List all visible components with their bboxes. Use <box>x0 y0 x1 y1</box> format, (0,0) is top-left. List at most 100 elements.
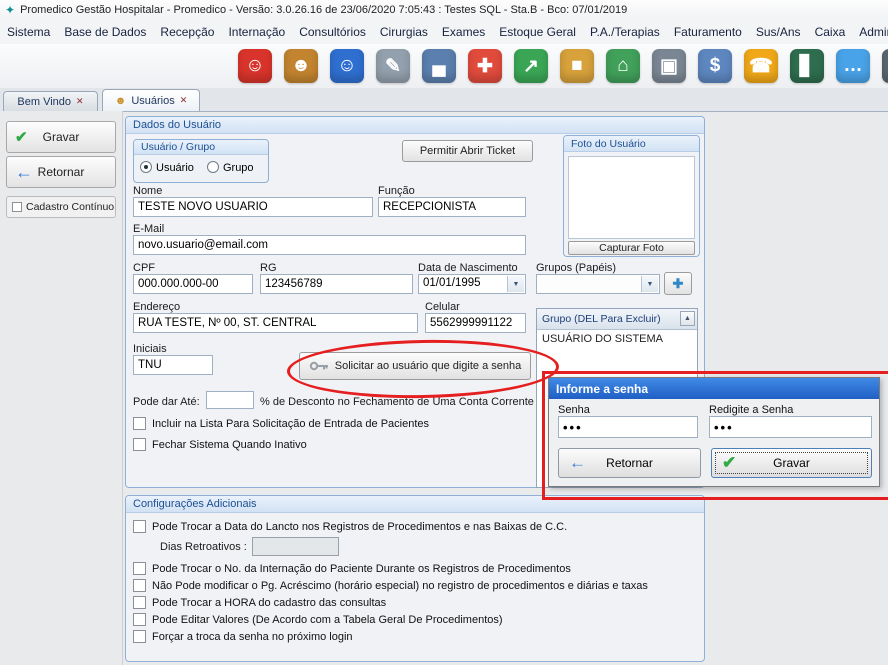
config-check-row[interactable]: Pode Trocar a HORA do cadastro das consu… <box>133 596 386 609</box>
informe-senha-dialog: Informe a senha Senha Redigite a Senha ←… <box>548 377 880 487</box>
bed-icon[interactable]: ▄ <box>422 49 456 83</box>
menu-pa-terapias[interactable]: P.A./Terapias <box>583 21 667 43</box>
nao-modificar-acrescimo-checkbox[interactable] <box>133 579 146 592</box>
tab-usuarios[interactable]: ☻ Usuários ✕ <box>102 89 200 111</box>
email-input[interactable] <box>133 235 526 255</box>
dialog-title-bar[interactable]: Informe a senha <box>549 378 879 399</box>
grupos-papeis-label: Grupos (Papéis) <box>536 262 616 274</box>
config-adicionais-title: Configurações Adicionais <box>133 498 257 510</box>
close-icon[interactable]: ✕ <box>76 96 84 107</box>
menu-faturamento[interactable]: Faturamento <box>667 21 749 43</box>
redigite-senha-input[interactable] <box>709 416 872 438</box>
cpf-input[interactable] <box>133 274 253 294</box>
editar-valores-checkbox[interactable] <box>133 613 146 626</box>
endereco-label: Endereço <box>133 301 180 313</box>
gravar-button[interactable]: ✔ Gravar <box>6 121 116 153</box>
radio-usuario[interactable] <box>140 161 152 173</box>
stock-icon[interactable]: ■ <box>560 49 594 83</box>
desconto-input[interactable] <box>206 391 254 409</box>
celular-input[interactable] <box>425 313 526 333</box>
config-check-row[interactable]: Pode Trocar a Data do Lancto nos Registr… <box>133 520 567 533</box>
menu-internacao[interactable]: Internação <box>221 21 292 43</box>
book-icon[interactable]: ▋ <box>790 49 824 83</box>
dias-retroativos-input <box>252 537 339 556</box>
endereco-input[interactable] <box>133 313 418 333</box>
chart-icon[interactable]: ↗ <box>514 49 548 83</box>
rg-input[interactable] <box>260 274 413 294</box>
chevron-down-icon[interactable]: ▼ <box>641 276 658 292</box>
nome-input[interactable] <box>133 197 373 217</box>
bank-icon[interactable]: ⌂ <box>606 49 640 83</box>
permitir-abrir-ticket-button[interactable]: Permitir Abrir Ticket <box>402 140 533 162</box>
config-check-row[interactable]: Pode Trocar o No. da Internação do Pacie… <box>133 562 571 575</box>
app-window: ✦ Promedico Gestão Hospitalar - Promedic… <box>0 0 888 665</box>
fechar-sistema-label: Fechar Sistema Quando Inativo <box>152 439 307 451</box>
list-item[interactable]: USUÁRIO DO SISTEMA <box>537 330 697 347</box>
trocar-hora-checkbox[interactable] <box>133 596 146 609</box>
action-sidebar: ✔ Gravar ← Retornar Cadastro Contínuo <box>0 111 123 665</box>
chat-icon[interactable]: … <box>836 49 870 83</box>
close-icon[interactable]: ✕ <box>180 95 188 106</box>
iniciais-input[interactable] <box>133 355 213 375</box>
menu-bar: Sistema Base de Dados Recepção Internaçã… <box>0 19 888 45</box>
menu-exames[interactable]: Exames <box>435 21 492 43</box>
retornar-button[interactable]: ← Retornar <box>6 156 116 188</box>
editar-valores-label: Pode Editar Valores (De Acordo com a Tab… <box>152 614 503 626</box>
chevron-down-icon[interactable]: ▼ <box>507 276 524 292</box>
solicitar-senha-button[interactable]: Solicitar ao usuário que digite a senha <box>299 352 531 380</box>
config-check-row[interactable]: Pode Editar Valores (De Acordo com a Tab… <box>133 613 503 626</box>
add-grupo-button[interactable]: ✚ <box>664 272 692 295</box>
nascimento-combo[interactable]: 01/01/1995 ▼ <box>418 274 526 294</box>
doctor-icon[interactable]: ☺ <box>330 49 364 83</box>
title-bar: ✦ Promedico Gestão Hospitalar - Promedic… <box>0 0 888 20</box>
capturar-foto-button[interactable]: Capturar Foto <box>568 241 695 255</box>
trocar-no-internacao-checkbox[interactable] <box>133 562 146 575</box>
attendance-icon[interactable]: ☺ <box>238 49 272 83</box>
dialog-gravar-button[interactable]: ✔ Gravar <box>711 448 872 478</box>
redigite-senha-label: Redigite a Senha <box>709 404 793 416</box>
solicitar-senha-label: Solicitar ao usuário que digite a senha <box>335 360 522 372</box>
radio-grupo-label: Grupo <box>223 162 254 174</box>
grupos-papeis-combo[interactable]: ▼ <box>536 274 660 294</box>
menu-consultorios[interactable]: Consultórios <box>292 21 373 43</box>
trocar-data-lancto-label: Pode Trocar a Data do Lancto nos Registr… <box>152 521 567 533</box>
scroll-up-icon[interactable]: ▲ <box>680 311 695 326</box>
funcao-input[interactable] <box>378 197 526 217</box>
dialog-retornar-button[interactable]: ← Retornar <box>558 448 701 478</box>
calculator-icon[interactable]: $ <box>698 49 732 83</box>
menu-caixa[interactable]: Caixa <box>808 21 853 43</box>
cadastro-continuo-toggle[interactable]: Cadastro Contínuo <box>6 196 116 218</box>
tipo-usuario-radios: Usuário Grupo <box>140 161 254 174</box>
fechar-sistema-checkbox[interactable] <box>133 438 146 451</box>
monitor-icon[interactable]: ▤ <box>882 49 888 83</box>
nome-label: Nome <box>133 185 162 197</box>
menu-sus-ans[interactable]: Sus/Ans <box>749 21 808 43</box>
fechar-sistema-check-row[interactable]: Fechar Sistema Quando Inativo <box>133 438 307 451</box>
menu-administracao[interactable]: Administra <box>852 21 888 43</box>
radio-grupo[interactable] <box>207 161 219 173</box>
menu-cirurgias[interactable]: Cirurgias <box>373 21 435 43</box>
tab-label: Usuários <box>131 95 174 107</box>
app-logo-icon: ✦ <box>5 3 15 17</box>
prescription-icon[interactable]: ✎ <box>376 49 410 83</box>
tab-bem-vindo[interactable]: Bem Vindo ✕ <box>3 91 98 111</box>
config-adicionais-header: Configurações Adicionais <box>126 496 704 513</box>
incluir-lista-check-row[interactable]: Incluir na Lista Para Solicitação de Ent… <box>133 417 429 430</box>
check-icon: ✔ <box>722 453 736 473</box>
schedule-icon[interactable]: ☻ <box>284 49 318 83</box>
menu-estoque-geral[interactable]: Estoque Geral <box>492 21 583 43</box>
config-check-row[interactable]: Não Pode modificar o Pg. Acréscimo (horá… <box>133 579 648 592</box>
menu-base-de-dados[interactable]: Base de Dados <box>57 21 153 43</box>
incluir-lista-checkbox[interactable] <box>133 417 146 430</box>
phone-icon[interactable]: ☎ <box>744 49 778 83</box>
grupo-item-label: USUÁRIO DO SISTEMA <box>542 333 663 345</box>
senha-input[interactable] <box>558 416 698 438</box>
ambulance-icon[interactable]: ✚ <box>468 49 502 83</box>
menu-sistema[interactable]: Sistema <box>0 21 57 43</box>
forcar-troca-senha-checkbox[interactable] <box>133 630 146 643</box>
menu-recepcao[interactable]: Recepção <box>153 21 221 43</box>
config-check-row[interactable]: Forçar a troca da senha no próximo login <box>133 630 353 643</box>
trocar-data-lancto-checkbox[interactable] <box>133 520 146 533</box>
cadastro-continuo-checkbox[interactable] <box>12 202 22 212</box>
safe-icon[interactable]: ▣ <box>652 49 686 83</box>
